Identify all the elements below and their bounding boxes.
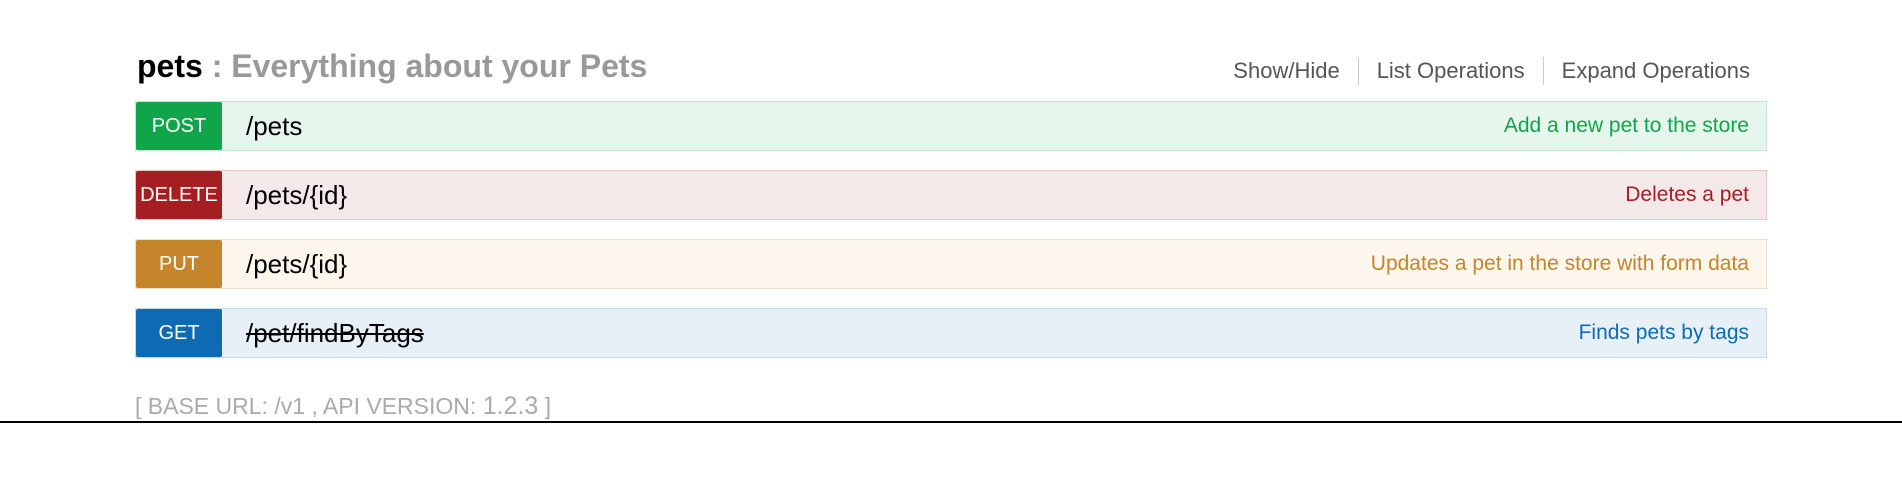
operation-post-pets[interactable]: POST /pets Add a new pet to the store [135,101,1767,151]
footer-close: ] [538,393,552,419]
operations-list: POST /pets Add a new pet to the store DE… [135,101,1767,377]
method-badge[interactable]: DELETE [136,171,222,219]
operation-path[interactable]: /pet/findByTags [246,318,424,349]
footer-mid: , API VERSION: [305,393,483,419]
operation-get-find-by-tags[interactable]: GET /pet/findByTags Finds pets by tags [135,308,1767,358]
divider-line [0,421,1902,423]
resource-options: Show/Hide List Operations Expand Operati… [1215,56,1750,86]
resource-name[interactable]: pets [137,48,203,84]
operation-delete-pet[interactable]: DELETE /pets/{id} Deletes a pet [135,170,1767,220]
operation-summary[interactable]: Add a new pet to the store [1504,114,1749,138]
base-url-value: /v1 [274,393,306,419]
list-operations-link[interactable]: List Operations [1359,56,1543,86]
method-badge[interactable]: POST [136,102,222,150]
operation-summary[interactable]: Updates a pet in the store with form dat… [1371,252,1749,276]
method-badge[interactable]: GET [136,309,222,357]
operation-path[interactable]: /pets [246,111,302,142]
operation-path[interactable]: /pets/{id} [246,249,347,280]
operation-path[interactable]: /pets/{id} [246,180,347,211]
operation-summary[interactable]: Finds pets by tags [1579,321,1749,345]
show-hide-link[interactable]: Show/Hide [1215,56,1357,86]
method-badge[interactable]: PUT [136,240,222,288]
resource-description: : Everything about your Pets [211,48,648,84]
resource-heading[interactable]: pets : Everything about your Pets [137,46,647,86]
operation-put-pet[interactable]: PUT /pets/{id} Updates a pet in the stor… [135,239,1767,289]
footer-open: [ BASE URL: [135,393,275,419]
api-version-value: 1.2.3 [482,392,539,420]
api-info-footer: [ BASE URL: /v1 , API VERSION: 1.2.3 ] [135,392,551,421]
operation-summary[interactable]: Deletes a pet [1625,183,1749,207]
expand-operations-link[interactable]: Expand Operations [1544,56,1750,86]
